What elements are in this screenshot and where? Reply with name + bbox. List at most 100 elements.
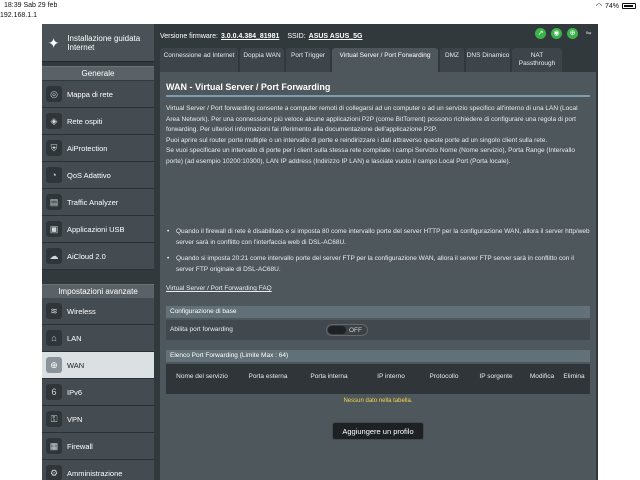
description-paragraph: Se vuoi specificare un intervallo di por…: [166, 147, 575, 165]
globe-status-icon[interactable]: ⊕: [567, 28, 578, 39]
empty-table-message: Nessun dato nella tabella.: [166, 394, 590, 408]
ssid-link[interactable]: ASUS ASUS_5G: [309, 33, 363, 40]
faq-link[interactable]: Virtual Server / Port Forwarding FAQ: [166, 285, 272, 292]
wifi-status-icon[interactable]: ◉: [551, 28, 562, 39]
chart-icon: ▤: [46, 194, 62, 210]
description-paragraph: Puoi aprire sul router porte multiple o …: [166, 136, 548, 144]
sidebar-item-qos-adattivo[interactable]: ◔ QoS Adattivo: [42, 162, 154, 189]
tab-port-trigger[interactable]: Port Trigger: [286, 48, 330, 72]
general-section-title: Generale: [42, 66, 154, 80]
column-header: IP interno: [377, 373, 405, 380]
router-admin-app: ✦ Installazione guidata Internet General…: [42, 24, 598, 480]
wifi-status-icon: ◠: [595, 3, 602, 10]
cloud-icon: ☁: [46, 248, 62, 264]
top-status-icons: ↗ ◉ ⊕ ⇋: [535, 28, 594, 39]
globe-icon: ⊕: [46, 357, 62, 373]
column-header: Modifica: [529, 373, 555, 380]
battery-icon: [622, 3, 636, 9]
sidebar-item-mappa-di-rete[interactable]: ◎ Mappa di rete: [42, 81, 154, 108]
qis-button[interactable]: ✦ Installazione guidata Internet: [42, 24, 154, 62]
usb-icon[interactable]: ⇋: [583, 28, 594, 39]
tab-virtual-server-port-forwarding[interactable]: Virtual Server / Port Forwarding: [332, 48, 438, 72]
advanced-menu: ≋ Wireless ⌂ LAN ⊕ WAN 6 IPv6 ⚿ VPN ▦ Firewall ⚙ Ammi…: [42, 298, 154, 480]
sidebar-item-wireless[interactable]: ≋ Wireless: [42, 298, 154, 325]
port-forwarding-table-header: Nome del servizio Porta esterna Porta inte…: [166, 364, 590, 394]
sidebar-item-lan[interactable]: ⌂ LAN: [42, 325, 154, 352]
shield-icon: ⛨: [46, 140, 62, 156]
column-header: Nome del servizio: [176, 373, 228, 380]
sidebar-item-label: AiCloud 2.0: [67, 251, 106, 261]
description-paragraph: Virtual Server / Port forwarding consent…: [166, 105, 578, 133]
puzzle-icon: ▣: [46, 221, 62, 237]
sidebar-item-vpn[interactable]: ⚿ VPN: [42, 406, 154, 433]
column-header: Porta esterna: [248, 373, 288, 380]
sidebar-item-label: Rete ospiti: [67, 116, 103, 126]
column-header: Elimina: [563, 373, 585, 380]
sidebar: ✦ Installazione guidata Internet General…: [42, 24, 154, 480]
url-text: 192.168.1.1: [0, 12, 37, 19]
address-bar[interactable]: 192.168.1.1: [0, 12, 640, 24]
tab-dns-dinamico[interactable]: DNS Dinamico: [466, 48, 510, 72]
advanced-section-title: Impostazioni avanzate: [42, 284, 154, 298]
screen: 18:39 Sab 29 feb ◠ 74% 192.168.1.1 ✦ Ins…: [0, 0, 640, 480]
internet-status-icon[interactable]: ↗: [535, 28, 546, 39]
column-header: IP sorgente: [479, 373, 513, 380]
status-time: 18:39 Sab 29 feb: [4, 2, 58, 9]
sidebar-item-label: WAN: [67, 360, 85, 370]
sidebar-item-label: Wireless: [67, 306, 96, 316]
enable-port-forwarding-label: Abilita port forwarding: [170, 326, 233, 333]
network-map-icon: ◎: [46, 86, 62, 102]
sidebar-item-label: Amministrazione: [67, 468, 123, 478]
sidebar-item-traffic-analyzer[interactable]: ▤ Traffic Analyzer: [42, 189, 154, 216]
firmware-version-link[interactable]: 3.0.0.4.384_81981: [221, 33, 279, 40]
tab-nat-passthrough[interactable]: NAT Passthrough: [512, 48, 562, 72]
content-panel: WAN - Virtual Server / Port Forwarding V…: [160, 72, 596, 480]
note-item: Quando si imposta 20:21 come intervallo …: [166, 254, 590, 275]
home-icon: ⌂: [46, 330, 62, 346]
tab-dmz[interactable]: DMZ: [440, 48, 464, 72]
sidebar-item-firewall[interactable]: ▦ Firewall: [42, 433, 154, 460]
add-profile-button[interactable]: Aggiungere un profilo: [332, 422, 424, 440]
sidebar-item-label: Mappa di rete: [67, 89, 113, 99]
note-item: Quando il firewall di rete è disabilitat…: [166, 227, 590, 248]
admin-icon: ⚙: [46, 465, 62, 480]
tab-connessione-ad-internet[interactable]: Connessione ad Internet: [160, 48, 238, 72]
ios-status-bar: 18:39 Sab 29 feb ◠ 74%: [0, 0, 640, 12]
sidebar-item-wan[interactable]: ⊕ WAN: [42, 352, 154, 379]
ssid-label: SSID:: [287, 32, 306, 40]
port-forwarding-list-header: Elenco Port Forwarding (Limite Max : 64): [166, 350, 590, 362]
sidebar-item-label: LAN: [67, 333, 82, 343]
battery-percent: 74%: [604, 2, 619, 10]
firewall-icon: ▦: [46, 438, 62, 454]
notes-list: Quando il firewall di rete è disabilitat…: [166, 227, 590, 281]
sidebar-item-aicloud-2-0[interactable]: ☁ AiCloud 2.0: [42, 243, 154, 270]
sidebar-item-applicazioni-usb[interactable]: ▣ Applicazioni USB: [42, 216, 154, 243]
toggle-state-text: OFF: [349, 327, 362, 334]
sidebar-item-label: Applicazioni USB: [67, 224, 125, 234]
magic-wand-icon: ✦: [47, 34, 60, 51]
sidebar-item-label: Firewall: [67, 441, 93, 451]
top-info-bar: Versione firmware: 3.0.0.4.384_81981 SSI…: [160, 30, 598, 42]
column-header: Porta interna: [310, 373, 348, 380]
guest-network-icon: ◈: [46, 113, 62, 129]
sidebar-item-rete-ospiti[interactable]: ◈ Rete ospiti: [42, 108, 154, 135]
firmware-label: Versione firmware:: [160, 32, 218, 40]
wifi-icon: ≋: [46, 303, 62, 319]
sidebar-item-label: AiProtection: [67, 143, 108, 153]
sidebar-item-aiprotection[interactable]: ⛨ AiProtection: [42, 135, 154, 162]
basic-config-header: Configurazione di base: [166, 306, 590, 318]
ipv6-icon: 6: [46, 384, 62, 400]
status-right: ◠ 74%: [596, 2, 636, 10]
sidebar-item-label: Traffic Analyzer: [67, 197, 119, 207]
port-forwarding-toggle[interactable]: OFF: [326, 324, 368, 336]
enable-port-forwarding-row: Abilita port forwarding OFF: [166, 320, 590, 340]
sidebar-item-label: IPv6: [67, 387, 83, 397]
toggle-knob: [328, 326, 346, 334]
sidebar-item-ipv6[interactable]: 6 IPv6: [42, 379, 154, 406]
tab-bar: Connessione ad Internet Doppia WAN Port Tr…: [160, 48, 596, 72]
sidebar-item-label: QoS Adattivo: [67, 170, 111, 180]
sidebar-item-label: VPN: [67, 414, 83, 424]
tab-doppia-wan[interactable]: Doppia WAN: [240, 48, 284, 72]
title-divider: [166, 95, 590, 97]
sidebar-item-amministrazione[interactable]: ⚙ Amministrazione: [42, 460, 154, 480]
